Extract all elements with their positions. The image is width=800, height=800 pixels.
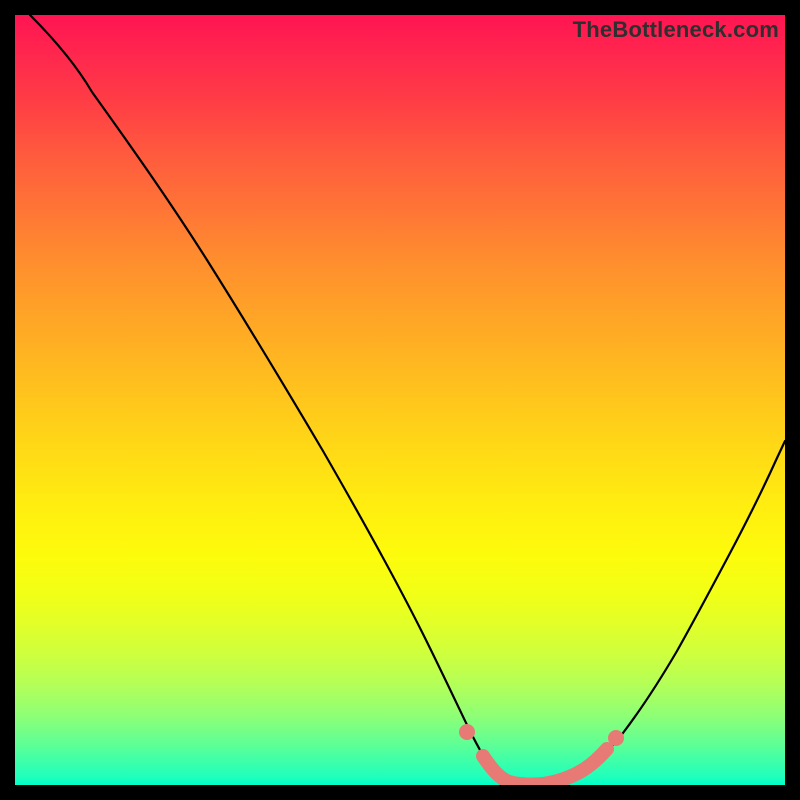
chart-frame: TheBottleneck.com [15,15,785,785]
attribution-label: TheBottleneck.com [573,17,779,43]
gradient-background [15,15,785,785]
